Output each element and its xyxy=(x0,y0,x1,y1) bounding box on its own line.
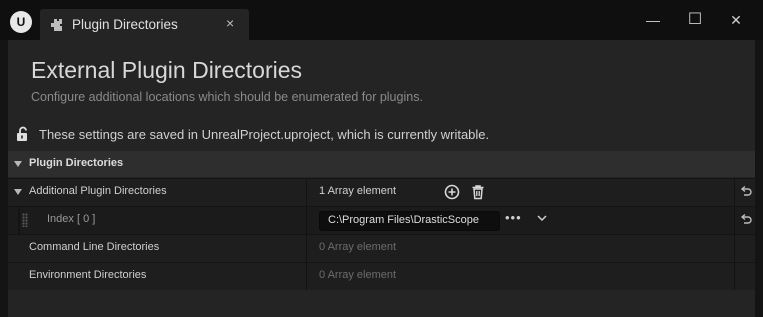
property-label: Additional Plugin Directories xyxy=(29,185,167,197)
page-title: External Plugin Directories xyxy=(31,57,303,83)
array-index-label: Index [ 0 ] xyxy=(47,213,96,225)
property-label: Command Line Directories xyxy=(29,241,160,253)
array-count: 1 Array element xyxy=(319,185,397,197)
plugin-directories-window: U Plugin Directories × — ☐ ✕ External Pl… xyxy=(0,0,763,317)
category-label: Plugin Directories xyxy=(29,157,124,169)
browse-more-button[interactable]: ••• xyxy=(505,210,522,225)
reset-to-default-icon[interactable] xyxy=(739,213,753,227)
plugin-icon xyxy=(51,19,62,31)
array-count: 0 Array element xyxy=(319,241,397,253)
maximize-button[interactable]: ☐ xyxy=(681,10,709,30)
column-divider-right xyxy=(734,179,735,206)
add-element-icon[interactable] xyxy=(443,183,461,201)
column-divider[interactable] xyxy=(306,235,307,262)
tab-label: Plugin Directories xyxy=(72,17,178,32)
column-divider[interactable] xyxy=(306,207,307,234)
directory-path-value: C:\Program Files\DrasticScope xyxy=(328,214,479,226)
window-left-border xyxy=(0,40,8,317)
delete-all-icon[interactable] xyxy=(469,183,487,201)
unreal-logo-icon: U xyxy=(10,11,32,33)
page-subtitle: Configure additional locations which sho… xyxy=(31,90,423,104)
title-bar[interactable]: U Plugin Directories × — ☐ ✕ xyxy=(0,0,763,40)
reset-to-default-icon[interactable] xyxy=(739,185,753,199)
column-divider[interactable] xyxy=(306,179,307,206)
window-right-border xyxy=(755,40,763,317)
column-divider-right xyxy=(734,235,735,262)
array-count: 0 Array element xyxy=(319,269,397,281)
category-plugin-directories[interactable]: Plugin Directories xyxy=(8,151,755,177)
collapse-arrow-icon[interactable] xyxy=(14,161,22,167)
property-row-additional-plugin-directories: Additional Plugin Directories 1 Array el… xyxy=(8,178,755,206)
column-divider-right xyxy=(734,263,735,290)
property-row-command-line-directories: Command Line Directories 0 Array element xyxy=(8,234,755,262)
expand-arrow-icon[interactable] xyxy=(14,189,22,195)
chevron-down-icon[interactable] xyxy=(536,212,548,224)
indent-guide xyxy=(18,207,20,234)
close-button[interactable]: ✕ xyxy=(722,10,750,30)
config-status-text: These settings are saved in UnrealProjec… xyxy=(39,127,490,142)
directory-path-input[interactable]: C:\Program Files\DrasticScope xyxy=(319,211,500,231)
column-divider[interactable] xyxy=(306,263,307,290)
minimize-button[interactable]: — xyxy=(639,10,667,30)
drag-handle-icon[interactable] xyxy=(22,213,28,227)
unlock-icon xyxy=(17,126,27,141)
property-row-environment-directories: Environment Directories 0 Array element xyxy=(8,262,755,290)
property-label: Environment Directories xyxy=(29,269,147,281)
tab-close-icon[interactable]: × xyxy=(226,15,234,31)
tab-plugin-directories[interactable]: Plugin Directories × xyxy=(40,9,249,40)
array-element-row-index-0: Index [ 0 ] C:\Program Files\DrasticScop… xyxy=(8,206,755,234)
column-divider-right xyxy=(734,207,735,234)
